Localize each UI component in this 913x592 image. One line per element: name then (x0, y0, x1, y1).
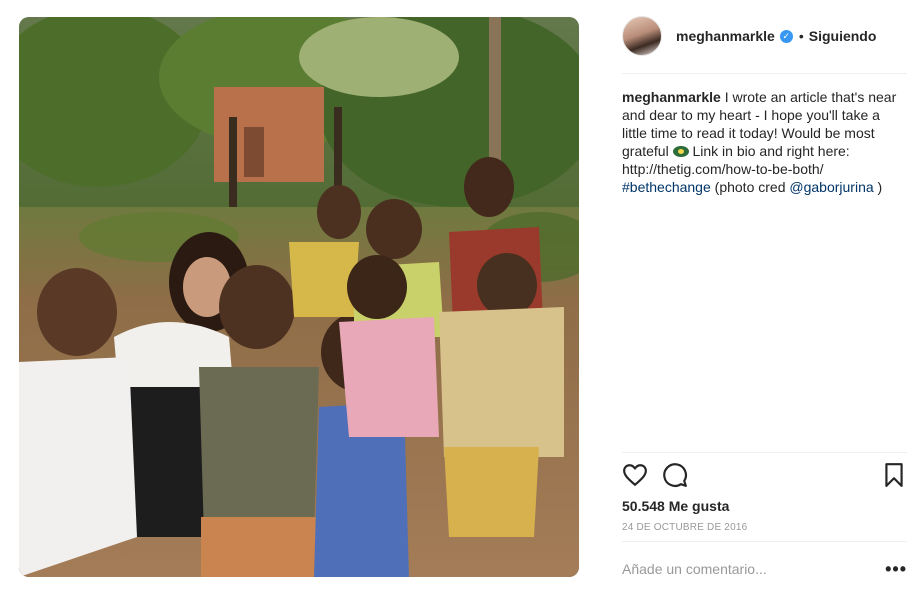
bookmark-icon[interactable] (881, 462, 907, 488)
verified-badge-icon: ✓ (779, 29, 793, 43)
caption-text-4: ) (873, 179, 883, 195)
author-username[interactable]: meghanmarkle (676, 28, 775, 44)
header-divider (622, 73, 907, 74)
more-options-button[interactable]: ••• (885, 560, 907, 578)
eyes-emoji-icon (672, 146, 689, 157)
post-date: 24 DE OCTUBRE DE 2016 (622, 522, 748, 533)
mention-link[interactable]: @gaborjurina (789, 179, 873, 195)
caption-username[interactable]: meghanmarkle (622, 89, 721, 105)
heart-icon[interactable] (622, 462, 648, 488)
comment-form: ••• (622, 555, 907, 583)
comment-bubble-icon[interactable] (662, 462, 688, 488)
post-header: meghanmarkle ✓ • Siguiendo (622, 14, 907, 58)
post-sidebar: meghanmarkle ✓ • Siguiendo meghanmarkle … (600, 0, 913, 592)
likes-count[interactable]: 50.548 Me gusta (622, 498, 729, 514)
follow-status-button[interactable]: Siguiendo (809, 28, 877, 44)
hashtag-link[interactable]: #bethechange (622, 179, 711, 195)
comment-divider (622, 541, 907, 542)
post-photo (19, 17, 579, 577)
post-actions (622, 462, 907, 492)
caption-text-3: (photo cred (710, 179, 790, 195)
actions-divider (622, 452, 907, 453)
post-caption: meghanmarkle I wrote an article that's n… (622, 88, 900, 196)
comment-input[interactable] (622, 561, 886, 577)
header-separator: • (798, 28, 804, 44)
post-image[interactable] (19, 17, 579, 577)
avatar[interactable] (622, 16, 662, 56)
